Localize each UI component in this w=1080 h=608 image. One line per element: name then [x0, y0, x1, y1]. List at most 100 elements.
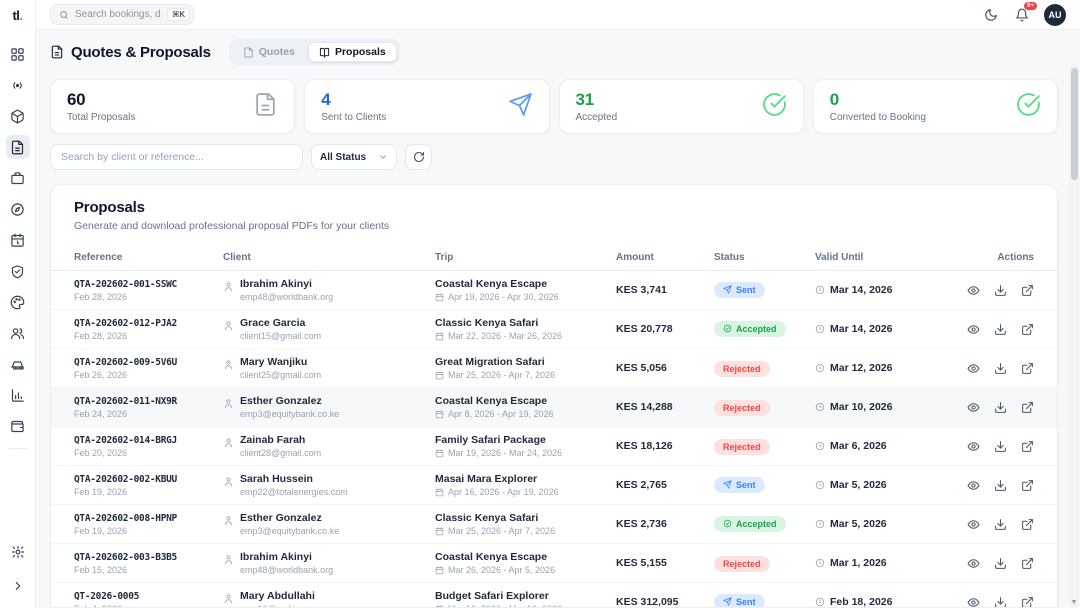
app-logo[interactable]: tl.	[12, 0, 22, 30]
view-button[interactable]	[966, 517, 980, 531]
tab-proposals[interactable]: Proposals	[308, 42, 397, 62]
view-button[interactable]	[966, 322, 980, 336]
scrollbar-thumb[interactable]	[1071, 68, 1078, 180]
sidebar-item-explore[interactable]	[6, 197, 30, 221]
reference-date: Feb 28, 2026	[74, 292, 223, 302]
client-email: emp48@worldbank.org	[240, 565, 333, 575]
view-button[interactable]	[966, 439, 980, 453]
scrollbar-down-arrow[interactable]: ▼	[1069, 599, 1079, 606]
sidebar-item-customization[interactable]	[6, 290, 30, 314]
reference-date: Feb 28, 2026	[74, 331, 223, 341]
page-title: Quotes & Proposals	[71, 44, 211, 61]
trip-cell: Coastal Kenya Escape Apr 19, 2026 - Apr …	[435, 278, 616, 302]
sidebar-item-reports[interactable]	[6, 383, 30, 407]
table-row[interactable]: QTA-202602-014-BRGJ Feb 20, 2026 Zainab …	[51, 427, 1057, 466]
sidebar-item-vehicles[interactable]	[6, 352, 30, 376]
trip-cell: Family Safari Package Mar 19, 2026 - Mar…	[435, 434, 616, 458]
sidebar-item-live[interactable]	[6, 73, 30, 97]
global-search-input[interactable]	[75, 9, 161, 20]
external-link-icon	[1021, 479, 1034, 492]
open-external-button[interactable]	[1020, 400, 1034, 414]
tab-quotes[interactable]: Quotes	[232, 42, 306, 62]
sidebar-item-packages[interactable]	[6, 104, 30, 128]
quotes-document-icon	[243, 47, 254, 58]
refresh-button[interactable]	[405, 144, 432, 170]
amount: KES 14,288	[616, 401, 714, 413]
open-external-button[interactable]	[1020, 322, 1034, 336]
status-filter-select[interactable]: All Status	[311, 144, 397, 170]
open-external-button[interactable]	[1020, 439, 1034, 453]
open-external-button[interactable]	[1020, 361, 1034, 375]
column-header-actions: Actions	[965, 252, 1034, 263]
table-row[interactable]: QTA-202602-011-NX9R Feb 24, 2026 Esther …	[51, 388, 1057, 427]
download-button[interactable]	[993, 439, 1007, 453]
download-button[interactable]	[993, 517, 1007, 531]
table-row[interactable]: QTA-202602-009-5V6U Feb 26, 2026 Mary Wa…	[51, 349, 1057, 388]
table-row[interactable]: QTA-202602-001-SSWC Feb 28, 2026 Ibrahim…	[51, 271, 1057, 310]
sidebar-item-schedule[interactable]	[6, 228, 30, 252]
user-avatar[interactable]: AU	[1044, 4, 1066, 26]
client-cell: Esther Gonzalez emp3@equitybank.co.ke	[223, 512, 435, 536]
filter-bar: All Status	[50, 144, 1058, 170]
download-button[interactable]	[993, 283, 1007, 297]
sidebar-item-quotes-proposals[interactable]	[6, 135, 30, 159]
vertical-scrollbar[interactable]: ▼	[1069, 64, 1079, 608]
view-button[interactable]	[966, 283, 980, 297]
calendar-icon	[435, 293, 444, 302]
trip-cell: Classic Kenya Safari Mar 25, 2026 - Apr …	[435, 512, 616, 536]
expand-sidebar-icon[interactable]	[6, 574, 30, 598]
table-row[interactable]: QTA-202602-008-HPNP Feb 19, 2026 Esther …	[51, 505, 1057, 544]
reference-code: QTA-202602-011-NX9R	[74, 396, 223, 407]
table-row[interactable]: QTA-202602-012-PJA2 Feb 28, 2026 Grace G…	[51, 310, 1057, 349]
client-name: Ibrahim Akinyi	[240, 551, 333, 563]
reference-date: Feb 24, 2026	[74, 409, 223, 419]
download-button[interactable]	[993, 556, 1007, 570]
table-row[interactable]: QTA-202602-002-KBUU Feb 19, 2026 Sarah H…	[51, 466, 1057, 505]
download-button[interactable]	[993, 361, 1007, 375]
stat-label: Converted to Booking	[830, 112, 926, 123]
external-link-icon	[1021, 362, 1034, 375]
open-external-button[interactable]	[1020, 283, 1034, 297]
client-name: Mary Wanjiku	[240, 356, 321, 368]
valid-until-date: Feb 18, 2026	[830, 596, 892, 608]
amount: KES 5,056	[616, 362, 714, 374]
valid-until-date: Mar 6, 2026	[830, 440, 887, 452]
keyboard-shortcut-badge: ⌘K	[167, 8, 190, 22]
sidebar-item-payments[interactable]	[6, 414, 30, 438]
calendar-icon	[435, 566, 444, 575]
global-search[interactable]: ⌘K	[50, 4, 194, 25]
actions-cell	[965, 595, 1034, 608]
status-badge: Rejected	[714, 400, 770, 416]
download-icon	[994, 479, 1007, 492]
open-external-button[interactable]	[1020, 595, 1034, 608]
dark-mode-toggle[interactable]	[982, 6, 1000, 24]
open-external-button[interactable]	[1020, 478, 1034, 492]
download-button[interactable]	[993, 400, 1007, 414]
view-button[interactable]	[966, 595, 980, 608]
calendar-icon	[435, 332, 444, 341]
open-external-button[interactable]	[1020, 517, 1034, 531]
download-button[interactable]	[993, 322, 1007, 336]
settings-icon[interactable]	[6, 540, 30, 564]
table-search-input[interactable]	[50, 144, 303, 170]
reference-date: Feb 26, 2026	[74, 370, 223, 380]
download-button[interactable]	[993, 595, 1007, 608]
view-button[interactable]	[966, 361, 980, 375]
trip-name: Family Safari Package	[435, 434, 616, 446]
table-row[interactable]: QTA-202602-003-B3B5 Feb 15, 2026 Ibrahim…	[51, 544, 1057, 583]
view-button[interactable]	[966, 478, 980, 492]
view-button[interactable]	[966, 400, 980, 414]
sidebar-item-insurance[interactable]	[6, 259, 30, 283]
table-row[interactable]: QT-2026-0005 Feb 4, 2026 Mary Abdullahi …	[51, 583, 1057, 608]
calendar-icon	[435, 527, 444, 536]
view-button[interactable]	[966, 556, 980, 570]
sidebar-item-dashboard[interactable]	[6, 42, 30, 66]
stat-value: 4	[321, 90, 386, 110]
sidebar-item-clients[interactable]	[6, 321, 30, 345]
check-circle-icon	[762, 92, 787, 122]
open-external-button[interactable]	[1020, 556, 1034, 570]
sidebar-item-luggage[interactable]	[6, 166, 30, 190]
valid-until-cell: Mar 5, 2026	[815, 479, 965, 491]
notifications-button[interactable]: 9+	[1013, 6, 1031, 24]
download-button[interactable]	[993, 478, 1007, 492]
